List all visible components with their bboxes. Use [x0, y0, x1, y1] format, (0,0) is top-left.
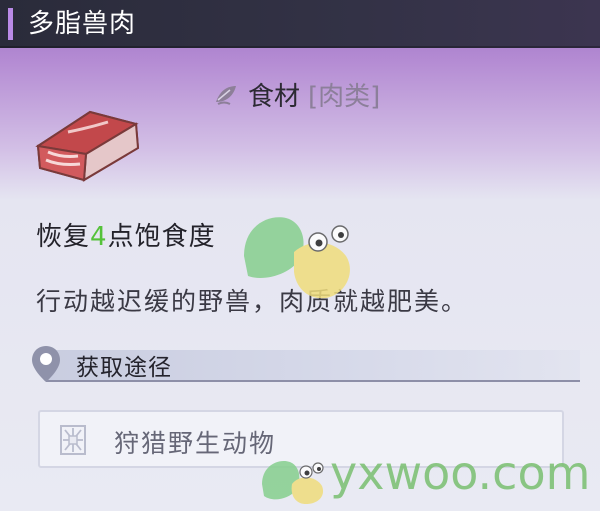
- hunting-icon: [60, 425, 86, 455]
- source-section-header: 获取途径: [24, 342, 580, 386]
- item-title: 多脂兽肉: [28, 9, 137, 39]
- category-subtype: [肉类]: [308, 81, 381, 112]
- title-bar: 多脂兽肉: [0, 0, 600, 48]
- effect-text: 恢复4点饱食度: [36, 216, 216, 253]
- site-logo-icon: [258, 454, 328, 506]
- site-watermark: yxwoo.com: [330, 446, 591, 500]
- mascot-watermark-icon: [238, 212, 366, 302]
- location-pin-icon: [32, 346, 60, 382]
- source-heading: 获取途径: [76, 355, 172, 381]
- leaf-icon: [216, 86, 236, 105]
- category-row: 食材 [肉类]: [212, 74, 380, 114]
- effect-prefix: 恢复: [36, 222, 91, 252]
- effect-value: 4: [90, 222, 108, 252]
- meat-icon: [28, 88, 148, 188]
- title-accent: [8, 8, 13, 40]
- source-method-label: 狩猎野生动物: [114, 429, 277, 458]
- category-label: 食材: [248, 81, 301, 112]
- item-detail-card: 多脂兽肉 食材 [肉类] 恢复4点饱食度 行动越迟缓的野兽，肉质就越肥美。 获取…: [0, 0, 600, 511]
- effect-suffix: 点饱食度: [107, 222, 216, 252]
